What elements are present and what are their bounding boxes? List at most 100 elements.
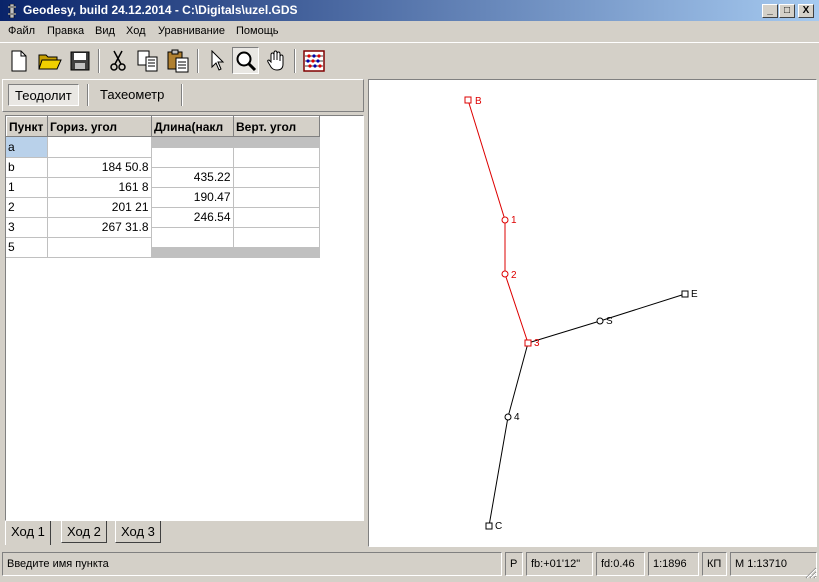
vertical-cell[interactable] [233, 207, 320, 228]
vertical-cell[interactable] [233, 227, 320, 248]
pan-hand-icon[interactable] [262, 47, 289, 74]
menu-help[interactable]: Помощь [236, 25, 279, 37]
table-row [151, 247, 320, 258]
point-label-e: E [691, 289, 698, 300]
traverse-tabs: Ход 1 Ход 2 Ход 3 [5, 521, 365, 545]
pointer-icon[interactable] [203, 47, 230, 74]
mode-divider [87, 84, 89, 106]
point-marker-3[interactable] [524, 339, 532, 347]
length-cell-disabled [151, 137, 234, 148]
vertical-cell[interactable] [233, 187, 320, 208]
point-marker-c[interactable] [485, 522, 493, 530]
table-row: 246.54 [151, 207, 320, 228]
menu-edit[interactable]: Правка [47, 25, 84, 37]
header-horizontal-angle[interactable]: Гориз. угол [47, 116, 152, 137]
angle-cell[interactable]: 184 50.8 [47, 157, 152, 178]
length-cell[interactable] [151, 227, 234, 248]
vertical-cell-disabled [233, 137, 320, 148]
traverse-drawing: B 1 2 3 S E 4 C [464, 96, 698, 532]
status-fb: fb:+01'12" [526, 552, 593, 576]
tab-traverse-2[interactable]: Ход 2 [61, 521, 107, 543]
vertical-cell[interactable] [233, 167, 320, 188]
angle-cell[interactable]: 201 21 [47, 197, 152, 218]
angle-cell[interactable]: 161 8 [47, 177, 152, 198]
header-length[interactable]: Длина(накл [151, 116, 234, 137]
cut-icon[interactable] [104, 47, 131, 74]
table-row: 1 161 8 [6, 177, 152, 198]
table-row [151, 147, 320, 168]
point-marker-b[interactable] [464, 96, 472, 104]
tab-traverse-1[interactable]: Ход 1 [5, 521, 51, 545]
point-marker-s[interactable] [596, 317, 604, 325]
point-label-s: S [606, 316, 613, 327]
angle-cell[interactable] [47, 137, 152, 158]
table-row [151, 227, 320, 248]
table-row: 3 267 31.8 [6, 217, 152, 238]
zoom-magnifier-icon[interactable] [232, 47, 259, 74]
menu-file[interactable]: Файл [8, 25, 35, 37]
open-folder-icon[interactable] [36, 47, 63, 74]
toolbar-separator [98, 49, 100, 73]
toolbar-separator [197, 49, 199, 73]
traverse-line-3-c [488, 342, 529, 527]
close-button[interactable]: X [798, 4, 814, 18]
mode-divider [181, 84, 183, 106]
status-message: Введите имя пункта [2, 552, 502, 576]
app-icon[interactable] [5, 3, 19, 18]
grid-header-row: Пункт Гориз. угол Длина(накл Верт. угол [6, 116, 320, 137]
minimize-button[interactable]: _ [762, 4, 778, 18]
status-bar: Введите имя пункта P fb:+01'12" fd:0.46 … [0, 550, 819, 581]
table-row: 435.22 [151, 167, 320, 188]
toolbar-separator [294, 49, 296, 73]
header-point[interactable]: Пункт [6, 116, 48, 137]
point-label-1: 1 [511, 215, 517, 226]
table-row: 5 [6, 237, 152, 258]
left-panel: Теодолит Тахеометр Пункт Гориз. угол Дли… [2, 79, 366, 549]
point-marker-2[interactable] [501, 270, 509, 278]
resize-grip-icon[interactable] [803, 565, 817, 579]
menu-view[interactable]: Вид [95, 25, 115, 37]
tab-traverse-3[interactable]: Ход 3 [115, 521, 161, 543]
point-marker-e[interactable] [681, 290, 689, 298]
new-file-icon[interactable] [5, 47, 32, 74]
point-label-4: 4 [514, 412, 520, 423]
point-cell[interactable]: 3 [6, 217, 48, 238]
angle-cell[interactable]: 267 31.8 [47, 217, 152, 238]
point-cell[interactable]: b [6, 157, 48, 178]
point-marker-1[interactable] [501, 216, 509, 224]
length-cell[interactable]: 190.47 [151, 187, 234, 208]
save-icon[interactable] [66, 47, 93, 74]
header-vertical-angle[interactable]: Верт. угол [233, 116, 320, 137]
drawing-canvas[interactable]: B 1 2 3 S E 4 C [368, 79, 817, 547]
menu-traverse[interactable]: Ход [126, 25, 146, 37]
mode-bar: Теодолит Тахеометр [2, 79, 364, 112]
length-cell[interactable]: 435.22 [151, 167, 234, 188]
menu-adjustment[interactable]: Уравнивание [158, 25, 225, 37]
vertical-cell[interactable] [233, 147, 320, 168]
point-label-3: 3 [534, 338, 540, 349]
status-kp: КП [702, 552, 727, 576]
observations-grid: Пункт Гориз. угол Длина(накл Верт. угол … [5, 115, 364, 521]
point-label-2: 2 [511, 270, 517, 281]
length-cell[interactable]: 246.54 [151, 207, 234, 228]
menu-bar: Файл Правка Вид Ход Уравнивание Помощь [0, 22, 819, 41]
point-marker-4[interactable] [504, 413, 512, 421]
point-cell[interactable]: 5 [6, 237, 48, 258]
paste-icon[interactable] [164, 47, 191, 74]
calculator-icon[interactable] [300, 47, 327, 74]
point-label-b: B [475, 96, 482, 107]
status-ratio: 1:1896 [648, 552, 699, 576]
point-cell[interactable]: 1 [6, 177, 48, 198]
point-cell[interactable]: 2 [6, 197, 48, 218]
maximize-button[interactable]: □ [779, 4, 795, 18]
table-row: a [6, 137, 152, 158]
title-bar: Geodesy, build 24.12.2014 - C:\Digitals\… [0, 0, 819, 21]
angle-cell[interactable] [47, 237, 152, 258]
length-cell[interactable] [151, 147, 234, 168]
window-title: Geodesy, build 24.12.2014 - C:\Digitals\… [23, 3, 298, 17]
table-row: b 184 50.8 [6, 157, 152, 178]
point-cell[interactable]: a [6, 137, 48, 158]
copy-icon[interactable] [134, 47, 161, 74]
mode-tacheometer-button[interactable]: Тахеометр [94, 84, 170, 106]
mode-theodolite-button[interactable]: Теодолит [8, 84, 79, 106]
